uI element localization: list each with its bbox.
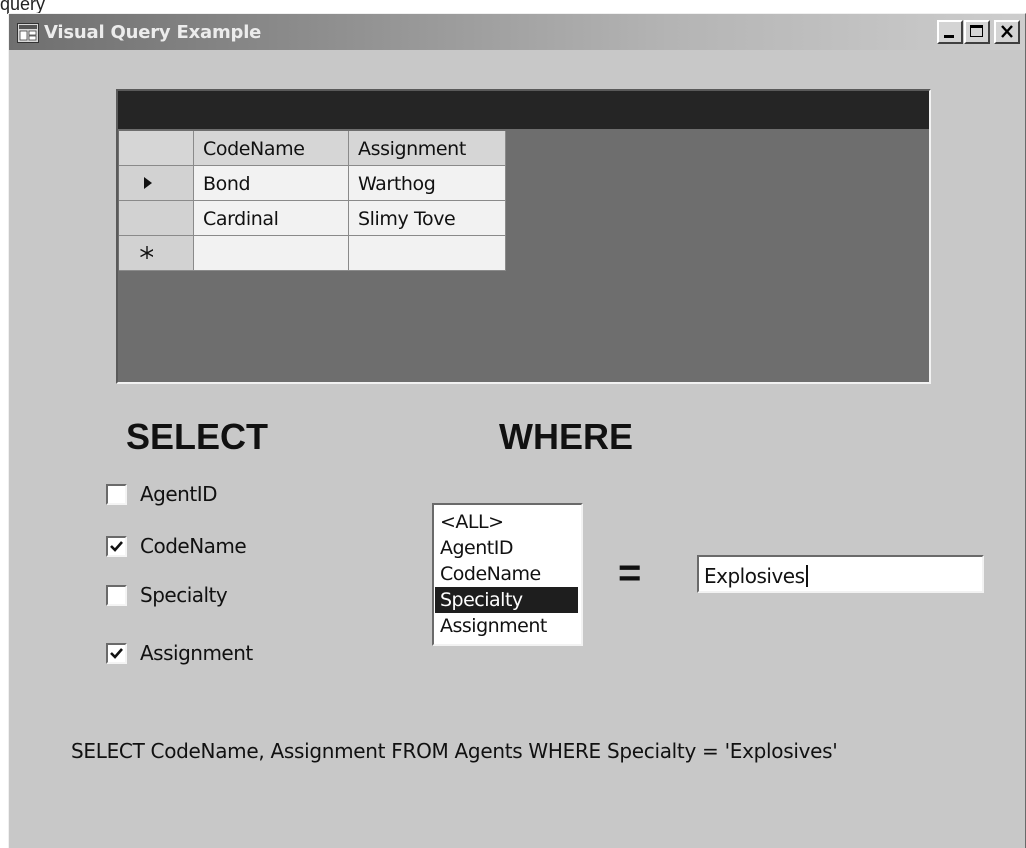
- row-header[interactable]: [119, 236, 194, 271]
- checkbox-specialty[interactable]: Specialty: [106, 583, 228, 607]
- checkbox-box[interactable]: [106, 483, 127, 505]
- checkbox-codename[interactable]: CodeName: [106, 534, 247, 558]
- title-bar[interactable]: Visual Query Example: [9, 14, 1025, 50]
- checkbox-box[interactable]: [106, 584, 127, 606]
- grid-cell-assignment[interactable]: Warthog: [349, 166, 506, 201]
- text-caret: [805, 565, 808, 587]
- where-field-listbox[interactable]: <ALL> AgentID CodeName Specialty Assignm…: [432, 503, 583, 646]
- column-header-codename[interactable]: CodeName: [194, 131, 349, 166]
- close-icon: [1001, 25, 1013, 38]
- grid-cell-codename[interactable]: Cardinal: [194, 201, 349, 236]
- app-window-icon[interactable]: [17, 23, 39, 43]
- checkbox-box[interactable]: [106, 642, 127, 664]
- equals-operator: =: [618, 551, 642, 595]
- select-heading: SELECT: [126, 416, 269, 457]
- checkbox-label: Assignment: [140, 641, 253, 665]
- grid-cell-assignment[interactable]: Slimy Tove: [349, 201, 506, 236]
- current-row-arrow-icon: [144, 177, 152, 189]
- where-value-input[interactable]: Explosives: [697, 555, 984, 593]
- grid-table: CodeName Assignment Bond Warthog Cardina…: [119, 131, 506, 271]
- checkbox-assignment[interactable]: Assignment: [106, 641, 253, 665]
- where-heading: WHERE: [499, 416, 633, 457]
- column-header-assignment[interactable]: Assignment: [349, 131, 506, 166]
- checkbox-label: CodeName: [140, 534, 247, 558]
- listbox-item-selected[interactable]: Specialty: [435, 587, 578, 613]
- listbox-item[interactable]: CodeName: [435, 561, 578, 587]
- listbox-item[interactable]: Assignment: [435, 613, 578, 639]
- checkbox-agentid[interactable]: AgentID: [106, 482, 218, 506]
- grid-caption-bar: [118, 91, 929, 129]
- close-button[interactable]: [994, 20, 1020, 44]
- checkbox-label: Specialty: [140, 583, 228, 607]
- sql-query-label: SELECT CodeName, Assignment FROM Agents …: [71, 739, 838, 763]
- results-data-grid[interactable]: CodeName Assignment Bond Warthog Cardina…: [116, 89, 931, 384]
- app-window: Visual Query Example CodeName Assignment…: [8, 13, 1026, 848]
- table-row[interactable]: Cardinal Slimy Tove: [119, 201, 506, 236]
- row-header[interactable]: [119, 166, 194, 201]
- listbox-item[interactable]: <ALL>: [435, 509, 578, 535]
- grid-cell-codename[interactable]: [194, 236, 349, 271]
- checkbox-label: AgentID: [140, 482, 218, 506]
- maximize-icon: [970, 25, 983, 37]
- minimize-button[interactable]: [937, 20, 963, 44]
- row-header[interactable]: [119, 201, 194, 236]
- listbox-item[interactable]: AgentID: [435, 535, 578, 561]
- window-title: Visual Query Example: [44, 22, 262, 43]
- grid-cell-assignment[interactable]: [349, 236, 506, 271]
- grid-cell-codename[interactable]: Bond: [194, 166, 349, 201]
- maximize-button[interactable]: [964, 20, 990, 44]
- new-row-asterisk-icon: [140, 246, 153, 259]
- grid-corner-cell[interactable]: [119, 131, 194, 166]
- where-value-text: Explosives: [704, 564, 805, 588]
- table-row[interactable]: Bond Warthog: [119, 166, 506, 201]
- table-row-new[interactable]: [119, 236, 506, 271]
- checkbox-box[interactable]: [106, 535, 127, 557]
- check-icon: [110, 647, 123, 659]
- check-icon: [110, 540, 123, 552]
- grid-header-row: CodeName Assignment: [119, 131, 506, 166]
- minimize-icon: [944, 35, 954, 38]
